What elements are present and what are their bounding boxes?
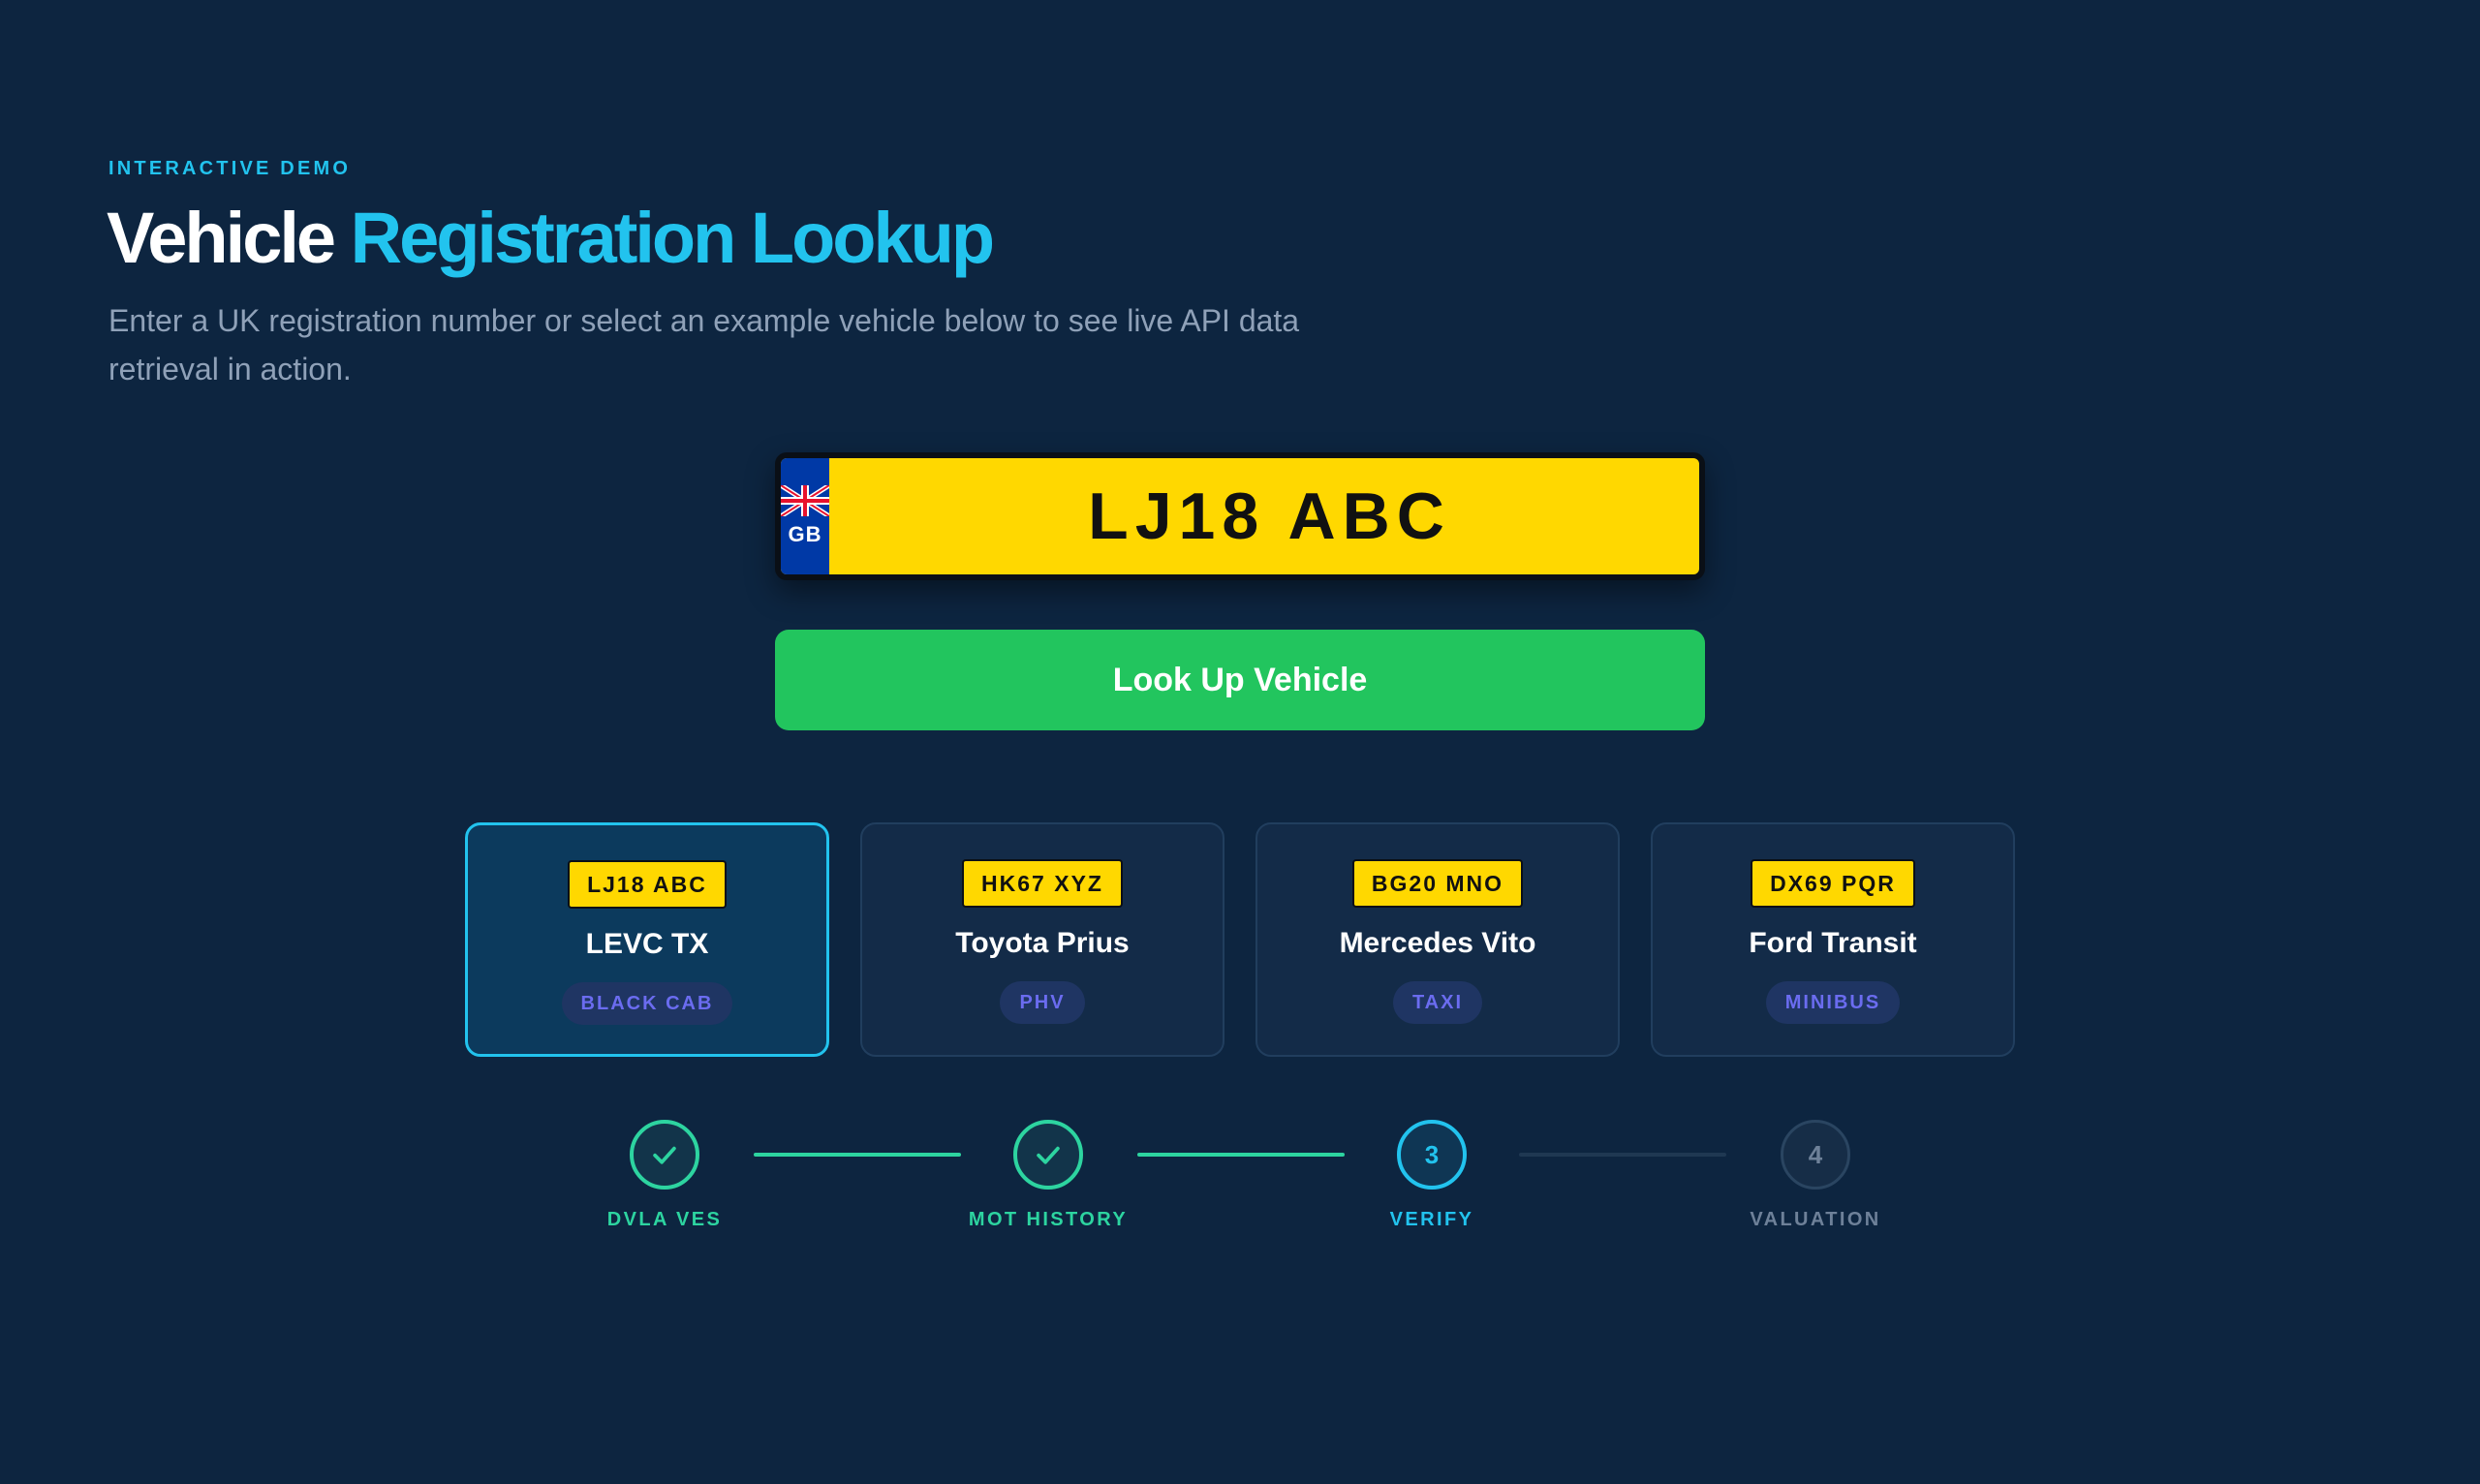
step-valuation: 4 VALUATION — [1719, 1114, 1912, 1231]
step-label: DVLA VES — [606, 1209, 723, 1230]
example-vehicles: LJ18 ABC LEVC TX BLACK CAB HK67 XYZ Toyo… — [465, 822, 2015, 1057]
lookup-progress-stepper: DVLA VES MOT HISTORY 3 VERIFY 4 VALUATIO… — [0, 1114, 2480, 1240]
step-label: VALUATION — [1750, 1209, 1881, 1230]
step-check-icon — [630, 1120, 699, 1190]
look-up-vehicle-button[interactable]: Look Up Vehicle — [775, 630, 1705, 730]
vehicle-lookup-page: INTERACTIVE DEMO Vehicle Registration Lo… — [0, 0, 2480, 1484]
example-type-badge: PHV — [1000, 981, 1085, 1024]
eyebrow-label: INTERACTIVE DEMO — [108, 158, 352, 179]
plate-country-band: GB — [781, 458, 829, 574]
title-part-vehicle: Vehicle — [107, 198, 336, 278]
example-plate: HK67 XYZ — [962, 859, 1123, 908]
union-jack-flag-icon — [781, 485, 829, 516]
example-vehicle-name: LEVC TX — [585, 928, 709, 960]
step-mot-history: MOT HISTORY — [951, 1114, 1145, 1231]
step-connector-3 — [1519, 1153, 1726, 1157]
example-plate: LJ18 ABC — [568, 860, 727, 909]
page-subtitle: Enter a UK registration number or select… — [108, 303, 1300, 386]
step-label: VERIFY — [1389, 1209, 1474, 1230]
step-verify: 3 VERIFY — [1335, 1114, 1529, 1231]
example-card-levc-tx[interactable]: LJ18 ABC LEVC TX BLACK CAB — [465, 822, 829, 1057]
example-type-badge: BLACK CAB — [561, 982, 733, 1025]
page-title: Vehicle Registration Lookup — [107, 194, 995, 283]
example-card-ford-transit[interactable]: DX69 PQR Ford Transit MINIBUS — [1651, 822, 2015, 1057]
step-number: 4 — [1781, 1120, 1850, 1190]
registration-input[interactable] — [829, 458, 1699, 574]
step-connector-2 — [1137, 1153, 1345, 1157]
example-vehicle-name: Toyota Prius — [955, 927, 1130, 959]
example-vehicle-name: Ford Transit — [1749, 927, 1917, 959]
step-connector-1 — [754, 1153, 961, 1157]
example-plate: DX69 PQR — [1751, 859, 1915, 908]
title-part-registration-lookup: Registration Lookup — [350, 198, 995, 278]
example-card-mercedes-vito[interactable]: BG20 MNO Mercedes Vito TAXI — [1256, 822, 1620, 1057]
example-type-badge: MINIBUS — [1765, 981, 1901, 1024]
example-plate: BG20 MNO — [1351, 859, 1524, 908]
step-check-icon — [1013, 1120, 1083, 1190]
example-vehicle-name: Mercedes Vito — [1339, 927, 1536, 959]
step-number: 3 — [1397, 1120, 1467, 1190]
example-type-badge: TAXI — [1392, 981, 1483, 1024]
plate-country-code: GB — [788, 522, 822, 546]
example-card-toyota-prius[interactable]: HK67 XYZ Toyota Prius PHV — [860, 822, 1224, 1057]
registration-plate: GB — [775, 452, 1705, 580]
step-dvla-ves: DVLA VES — [568, 1114, 761, 1231]
step-label: MOT HISTORY — [968, 1209, 1129, 1230]
